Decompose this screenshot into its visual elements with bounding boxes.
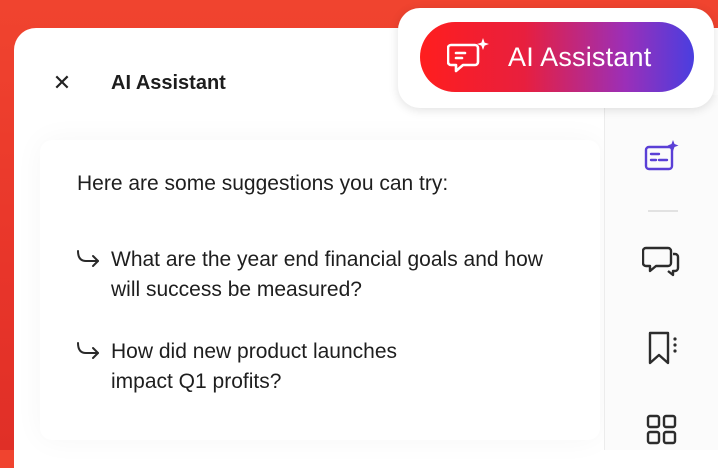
ai-chat-sparkle-icon [447,38,489,73]
suggestions-intro: Here are some suggestions you can try: [77,172,449,195]
return-arrow-icon [77,342,99,359]
thumbnails-icon[interactable] [642,412,682,452]
panel-title: AI Assistant [111,72,226,94]
close-icon[interactable]: ✕ [52,72,72,94]
suggestion-text: How did new product launches impact Q1 p… [111,337,591,397]
return-arrow-icon [77,250,99,267]
suggestion-line: impact Q1 profits? [111,370,282,393]
suggestion-line: will success be measured? [111,278,362,301]
bookmark-icon[interactable] [642,328,682,368]
rail-divider [648,210,678,212]
comment-icon[interactable] [642,240,682,280]
ai-assistant-button-label: AI Assistant [508,42,652,72]
suggestion-text: What are the year end financial goals an… [111,245,591,305]
ai-assistant-icon[interactable] [642,138,682,178]
suggestion-line: What are the year end financial goals an… [111,248,543,271]
suggestion-line: How did new product launches [111,340,398,363]
